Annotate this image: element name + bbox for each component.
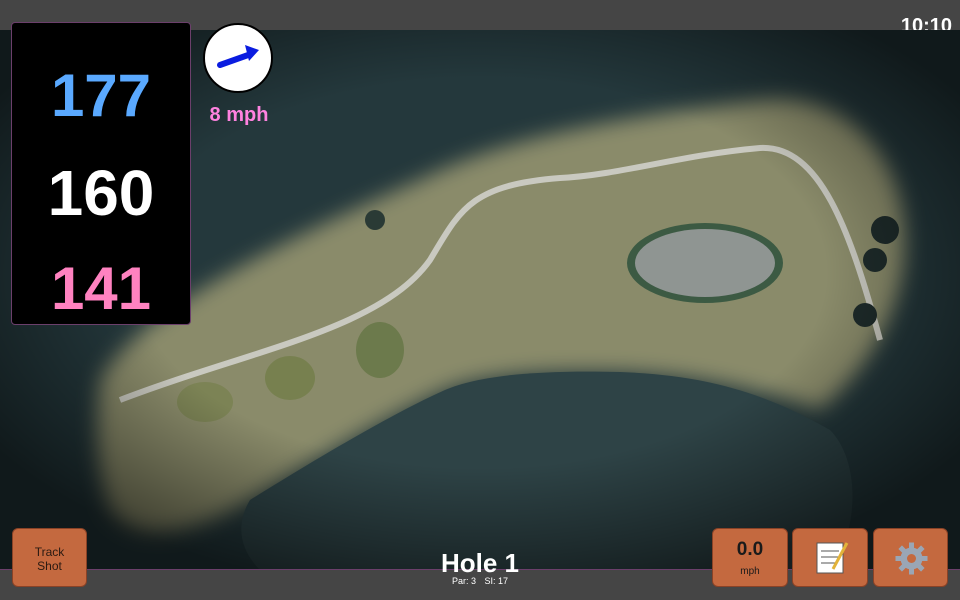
settings-button[interactable] [873, 528, 948, 587]
wind-arrow-icon [217, 45, 259, 68]
speed-unit: mph [740, 566, 760, 577]
hole-stroke-index: SI: 17 [484, 576, 509, 586]
swing-speed-button[interactable]: 0.0 mph [712, 528, 788, 587]
middle-distance: 160 [47, 157, 155, 229]
gear-icon [895, 542, 928, 575]
track-shot-label: Track Shot [34, 545, 65, 573]
track-shot-button[interactable]: Track Shot [12, 528, 87, 587]
hole-title: Hole 1 [440, 548, 520, 578]
back-distance: 177 [50, 62, 152, 129]
hole-info: Par: 3 SI: 17 [380, 576, 580, 586]
wind-speed: 8 mph [209, 104, 269, 126]
notepad-icon [816, 542, 849, 574]
distance-panel: 177 160 141 [11, 22, 191, 325]
speed-value: 0.0 [736, 539, 764, 560]
front-distance: 141 [50, 255, 152, 322]
wind-indicator [203, 23, 273, 93]
hole-par: Par: 3 [451, 576, 476, 586]
notes-button[interactable] [792, 528, 868, 587]
